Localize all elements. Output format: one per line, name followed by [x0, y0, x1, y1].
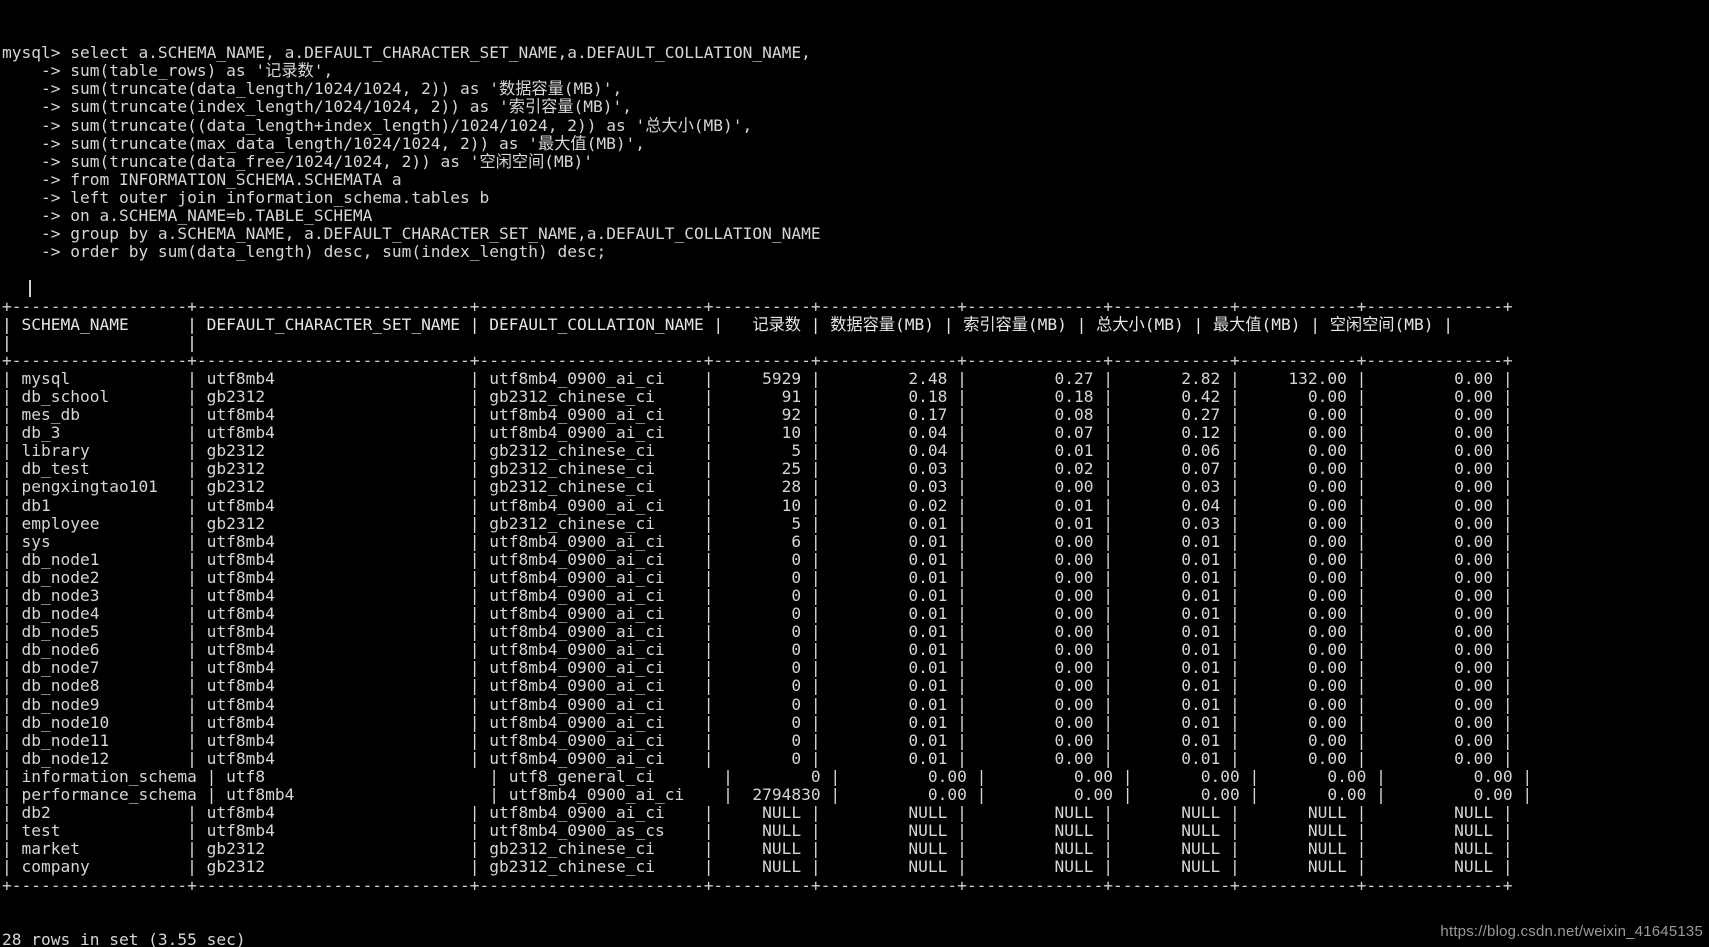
table-row: | db_node2 | utf8mb4 | utf8mb4_0900_ai_c…	[2, 567, 1513, 587]
table-row: | db_node6 | utf8mb4 | utf8mb4_0900_ai_c…	[2, 640, 1513, 660]
sql-continuation-line: -> sum(truncate(index_length/1024/1024, …	[2, 97, 633, 117]
table-row: | mysql | utf8mb4 | utf8mb4_0900_ai_ci |…	[2, 368, 1513, 388]
table-row: | db_3 | utf8mb4 | utf8mb4_0900_ai_ci | …	[2, 423, 1513, 443]
table-separator-top: +------------------+--------------------…	[2, 296, 1513, 316]
table-row: | test | utf8mb4 | utf8mb4_0900_as_cs | …	[2, 821, 1513, 841]
mysql-terminal-window[interactable]: mysql> select a.SCHEMA_NAME, a.DEFAULT_C…	[0, 0, 1709, 947]
sql-continuation-line: -> order by sum(data_length) desc, sum(i…	[2, 242, 607, 262]
table-row: | db_node11 | utf8mb4 | utf8mb4_0900_ai_…	[2, 730, 1513, 750]
table-row: | db_node3 | utf8mb4 | utf8mb4_0900_ai_c…	[2, 586, 1513, 605]
table-row: | db_node5 | utf8mb4 | utf8mb4_0900_ai_c…	[2, 622, 1513, 642]
terminal-screen: mysql> select a.SCHEMA_NAME, a.DEFAULT_C…	[2, 8, 1709, 947]
table-row: | pengxingtao101 | gb2312 | gb2312_chine…	[2, 477, 1513, 497]
result-set-table: +------------------+--------------------…	[2, 296, 1709, 895]
table-row: | mes_db | utf8mb4 | utf8mb4_0900_ai_ci …	[2, 405, 1513, 425]
table-row: | db_school | gb2312 | gb2312_chinese_ci…	[2, 386, 1513, 406]
table-row: | db_node1 | utf8mb4 | utf8mb4_0900_ai_c…	[2, 549, 1513, 569]
table-row: | market | gb2312 | gb2312_chinese_ci | …	[2, 839, 1513, 859]
sql-query-block: mysql> select a.SCHEMA_NAME, a.DEFAULT_C…	[2, 44, 1709, 261]
table-row: | company | gb2312 | gb2312_chinese_ci |…	[2, 857, 1513, 877]
sql-continuation-line: -> sum(table_rows) as '记录数',	[2, 61, 334, 81]
sql-continuation-line: -> group by a.SCHEMA_NAME, a.DEFAULT_CHA…	[2, 224, 821, 244]
table-header-wrap-line: | |	[2, 332, 197, 352]
sql-continuation-line: -> from INFORMATION_SCHEMA.SCHEMATA a	[2, 169, 402, 189]
table-row: | db1 | utf8mb4 | utf8mb4_0900_ai_ci | 1…	[2, 495, 1513, 515]
sql-continuation-line: -> sum(truncate(data_length/1024/1024, 2…	[2, 79, 623, 99]
sql-continuation-line: -> on a.SCHEMA_NAME=b.TABLE_SCHEMA	[2, 206, 373, 226]
table-row: | sys | utf8mb4 | utf8mb4_0900_ai_ci | 6…	[2, 531, 1513, 551]
table-separator-bottom: +------------------+--------------------…	[2, 875, 1513, 895]
table-row: | db_node10 | utf8mb4 | utf8mb4_0900_ai_…	[2, 712, 1513, 732]
table-row: | information_schema | utf8 | utf8_gener…	[2, 766, 1533, 786]
text-cursor	[29, 280, 31, 297]
sql-prompt-line: mysql> select a.SCHEMA_NAME, a.DEFAULT_C…	[2, 43, 811, 63]
table-row: | db_node9 | utf8mb4 | utf8mb4_0900_ai_c…	[2, 694, 1513, 714]
table-header-row: | SCHEMA_NAME | DEFAULT_CHARACTER_SET_NA…	[2, 314, 1453, 334]
table-row: | performance_schema | utf8mb4 | utf8mb4…	[2, 785, 1533, 805]
table-separator-header: +------------------+--------------------…	[2, 350, 1513, 370]
table-row: | db_test | gb2312 | gb2312_chinese_ci |…	[2, 459, 1513, 479]
table-row: | db2 | utf8mb4 | utf8mb4_0900_ai_ci | N…	[2, 803, 1513, 823]
sql-continuation-line: -> left outer join information_schema.ta…	[2, 187, 490, 207]
sql-continuation-line: -> sum(truncate(data_free/1024/1024, 2))…	[2, 151, 594, 171]
table-row: | employee | gb2312 | gb2312_chinese_ci …	[2, 513, 1513, 533]
table-row: | db_node8 | utf8mb4 | utf8mb4_0900_ai_c…	[2, 676, 1513, 696]
table-row: | db_node12 | utf8mb4 | utf8mb4_0900_ai_…	[2, 748, 1513, 768]
table-row: | db_node4 | utf8mb4 | utf8mb4_0900_ai_c…	[2, 604, 1513, 624]
sql-continuation-line: -> sum(truncate(max_data_length/1024/102…	[2, 133, 646, 153]
watermark-url: https://blog.csdn.net/weixin_41645135	[1440, 923, 1703, 940]
table-row: | library | gb2312 | gb2312_chinese_ci |…	[2, 441, 1513, 461]
sql-continuation-line: -> sum(truncate((data_length+index_lengt…	[2, 115, 753, 135]
table-row: | db_node7 | utf8mb4 | utf8mb4_0900_ai_c…	[2, 658, 1513, 678]
